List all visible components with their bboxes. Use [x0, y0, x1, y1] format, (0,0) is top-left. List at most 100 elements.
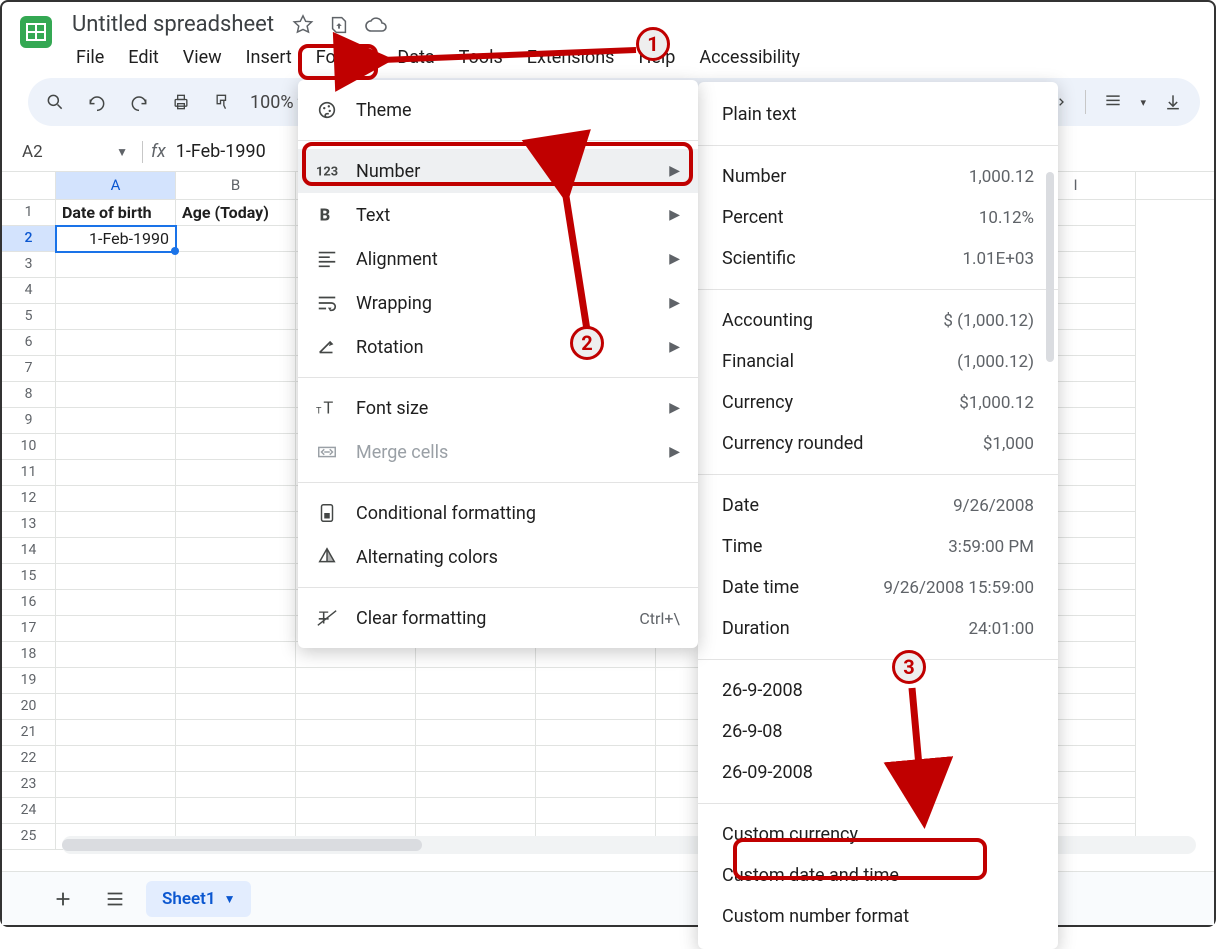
- cell[interactable]: [56, 382, 176, 408]
- cell[interactable]: [176, 486, 296, 512]
- number-format-26-9-08[interactable]: 26-9-08: [698, 711, 1058, 752]
- cell[interactable]: [56, 616, 176, 642]
- row-header[interactable]: 23: [2, 772, 56, 798]
- column-header[interactable]: B: [176, 172, 296, 199]
- cell[interactable]: [56, 408, 176, 434]
- cell[interactable]: [56, 356, 176, 382]
- row-header[interactable]: 17: [2, 616, 56, 642]
- row-header[interactable]: 10: [2, 434, 56, 460]
- cell[interactable]: [416, 772, 536, 798]
- cell[interactable]: [296, 720, 416, 746]
- cell[interactable]: [176, 564, 296, 590]
- cell[interactable]: [176, 538, 296, 564]
- row-header[interactable]: 13: [2, 512, 56, 538]
- document-title[interactable]: Untitled spreadsheet: [66, 10, 280, 39]
- cell[interactable]: Date of birth: [56, 200, 176, 226]
- cell[interactable]: [56, 486, 176, 512]
- cell[interactable]: [56, 642, 176, 668]
- cell[interactable]: [56, 434, 176, 460]
- number-format-number[interactable]: Number1,000.12: [698, 156, 1058, 197]
- cell[interactable]: [176, 772, 296, 798]
- cell[interactable]: [416, 668, 536, 694]
- cell[interactable]: [176, 694, 296, 720]
- row-header[interactable]: 11: [2, 460, 56, 486]
- cell[interactable]: [56, 252, 176, 278]
- number-format-26-09-2008[interactable]: 26-09-2008: [698, 752, 1058, 793]
- star-icon[interactable]: [292, 14, 314, 36]
- sheet-tab[interactable]: Sheet1 ▼: [146, 881, 251, 917]
- cell[interactable]: [56, 746, 176, 772]
- cell[interactable]: [176, 382, 296, 408]
- row-header[interactable]: 18: [2, 642, 56, 668]
- number-format-date-time[interactable]: Date time9/26/2008 15:59:00: [698, 567, 1058, 608]
- number-format-time[interactable]: Time3:59:00 PM: [698, 526, 1058, 567]
- menu-accessibility[interactable]: Accessibility: [689, 43, 810, 72]
- format-menu-conditional-formatting[interactable]: Conditional formatting: [298, 491, 698, 535]
- cell[interactable]: [536, 798, 656, 824]
- cell[interactable]: [176, 356, 296, 382]
- cell[interactable]: [56, 590, 176, 616]
- cell[interactable]: [536, 746, 656, 772]
- cell[interactable]: Age (Today): [176, 200, 296, 226]
- row-header[interactable]: 22: [2, 746, 56, 772]
- cell[interactable]: [416, 746, 536, 772]
- number-format-26-9-2008[interactable]: 26-9-2008: [698, 670, 1058, 711]
- cell[interactable]: [416, 798, 536, 824]
- row-header[interactable]: 3: [2, 252, 56, 278]
- row-header[interactable]: 4: [2, 278, 56, 304]
- cell[interactable]: [176, 252, 296, 278]
- cell[interactable]: [176, 720, 296, 746]
- row-header[interactable]: 15: [2, 564, 56, 590]
- row-header[interactable]: 5: [2, 304, 56, 330]
- cell[interactable]: [56, 564, 176, 590]
- cell[interactable]: [296, 746, 416, 772]
- cell[interactable]: [416, 720, 536, 746]
- menu-edit[interactable]: Edit: [118, 43, 168, 72]
- row-header[interactable]: 25: [2, 824, 56, 850]
- cell[interactable]: [176, 330, 296, 356]
- format-menu-rotation[interactable]: Rotation▶: [298, 325, 698, 369]
- cell[interactable]: [296, 694, 416, 720]
- row-header[interactable]: 2: [2, 226, 56, 252]
- cell[interactable]: [56, 538, 176, 564]
- cell[interactable]: [536, 668, 656, 694]
- cell[interactable]: [176, 668, 296, 694]
- row-header[interactable]: 12: [2, 486, 56, 512]
- cell[interactable]: [56, 668, 176, 694]
- format-menu-clear-formatting[interactable]: Clear formattingCtrl+\: [298, 596, 698, 640]
- cell[interactable]: [176, 642, 296, 668]
- cell[interactable]: [176, 512, 296, 538]
- undo-button[interactable]: [82, 87, 112, 117]
- formula-input[interactable]: 1-Feb-1990: [176, 141, 266, 162]
- number-format-accounting[interactable]: Accounting$ (1,000.12): [698, 300, 1058, 341]
- paint-format-button[interactable]: [208, 87, 238, 117]
- cell[interactable]: [56, 798, 176, 824]
- cell[interactable]: [176, 590, 296, 616]
- row-header[interactable]: 20: [2, 694, 56, 720]
- cell[interactable]: [176, 434, 296, 460]
- cell[interactable]: [536, 694, 656, 720]
- row-header[interactable]: 9: [2, 408, 56, 434]
- name-box[interactable]: A2 ▼: [16, 142, 134, 162]
- cell[interactable]: [56, 304, 176, 330]
- search-icon[interactable]: [40, 87, 70, 117]
- align-button[interactable]: [1098, 87, 1128, 117]
- number-format-percent[interactable]: Percent10.12%: [698, 197, 1058, 238]
- menu-view[interactable]: View: [173, 43, 232, 72]
- format-menu-wrapping[interactable]: Wrapping▶: [298, 281, 698, 325]
- sheets-logo[interactable]: [14, 10, 58, 54]
- cell[interactable]: [296, 772, 416, 798]
- column-header[interactable]: A: [56, 172, 176, 199]
- number-format-plain-text[interactable]: Plain text: [698, 94, 1058, 135]
- cell[interactable]: [296, 798, 416, 824]
- cell[interactable]: [56, 330, 176, 356]
- number-format-date[interactable]: Date9/26/2008: [698, 485, 1058, 526]
- cell[interactable]: [56, 772, 176, 798]
- cell[interactable]: [176, 304, 296, 330]
- row-header[interactable]: 14: [2, 538, 56, 564]
- row-header[interactable]: 19: [2, 668, 56, 694]
- number-format-scientific[interactable]: Scientific1.01E+03: [698, 238, 1058, 279]
- fx-icon[interactable]: fx: [151, 141, 166, 162]
- cell[interactable]: [296, 668, 416, 694]
- cell[interactable]: [536, 772, 656, 798]
